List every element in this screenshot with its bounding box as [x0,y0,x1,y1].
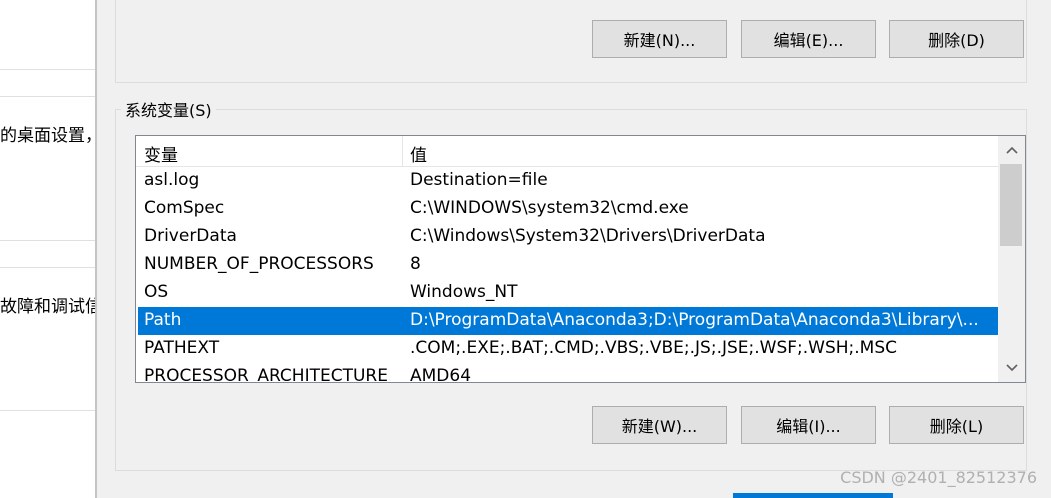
system-variables-label: 系统变量(S) [121,97,216,121]
chevron-down-icon[interactable] [998,356,1025,380]
column-header-name[interactable]: 变量 [144,141,178,166]
variable-name: PATHEXT [144,338,220,358]
variable-name: DriverData [144,226,237,246]
chevron-up-icon[interactable] [998,138,1025,162]
variable-value: D:\ProgramData\Anaconda3;D:\ProgramData\… [410,310,979,330]
divider [0,267,96,268]
background-text-desktop-settings: 的桌面设置， [0,126,96,146]
variable-name: PROCESSOR_ARCHITECTURE [144,366,388,383]
variable-value: Destination=file [410,170,548,190]
variable-value: 8 [410,254,421,274]
list-item[interactable]: asl.log Destination=file [138,167,998,195]
variable-value: .COM;.EXE;.BAT;.CMD;.VBS;.VBE;.JS;.JSE;.… [410,338,898,358]
watermark: CSDN @2401_82512376 [840,468,1037,487]
list-item[interactable]: PATHEXT .COM;.EXE;.BAT;.CMD;.VBS;.VBE;.J… [138,335,998,363]
variable-name: asl.log [144,170,200,190]
background-settings-window: 的桌面设置， 故障和调试信 [0,0,96,498]
list-item[interactable]: NUMBER_OF_PROCESSORS 8 [138,251,998,279]
system-new-button[interactable]: 新建(W)... [592,406,727,444]
divider [0,240,96,241]
variable-name: OS [144,282,169,302]
system-edit-button[interactable]: 编辑(I)... [741,406,876,444]
system-delete-button[interactable]: 删除(L) [889,406,1024,444]
list-item[interactable]: OS Windows_NT [138,279,998,307]
variable-value: C:\Windows\System32\Drivers\DriverData [410,226,766,246]
list-item[interactable]: DriverData C:\Windows\System32\Drivers\D… [138,223,998,251]
list-item-selected[interactable]: Path D:\ProgramData\Anaconda3;D:\Program… [138,307,998,335]
dialog-border [95,0,97,498]
vertical-scrollbar[interactable] [998,136,1025,382]
system-variables-list[interactable]: 变量 值 asl.log Destination=file ComSpec C:… [135,135,1026,383]
background-text-debug: 故障和调试信 [0,297,96,317]
column-header-value[interactable]: 值 [410,141,427,166]
list-header: 变量 值 [136,136,998,167]
user-delete-button[interactable]: 删除(D) [889,20,1024,58]
divider [0,69,96,70]
variable-name: ComSpec [144,198,225,218]
variable-name: NUMBER_OF_PROCESSORS [144,254,374,274]
list-item[interactable]: ComSpec C:\WINDOWS\system32\cmd.exe [138,195,998,223]
variable-name: Path [144,310,182,330]
variable-value: Windows_NT [410,282,518,302]
variable-value: C:\WINDOWS\system32\cmd.exe [410,198,689,218]
ok-button-edge[interactable] [733,493,893,498]
divider [0,96,96,97]
user-new-button[interactable]: 新建(N)... [592,20,727,58]
variable-value: AMD64 [410,366,472,383]
column-separator[interactable] [402,136,403,166]
list-item[interactable]: PROCESSOR_ARCHITECTURE AMD64 [138,363,998,383]
scrollbar-thumb[interactable] [1000,164,1022,246]
divider [0,410,96,411]
user-edit-button[interactable]: 编辑(E)... [741,20,876,58]
